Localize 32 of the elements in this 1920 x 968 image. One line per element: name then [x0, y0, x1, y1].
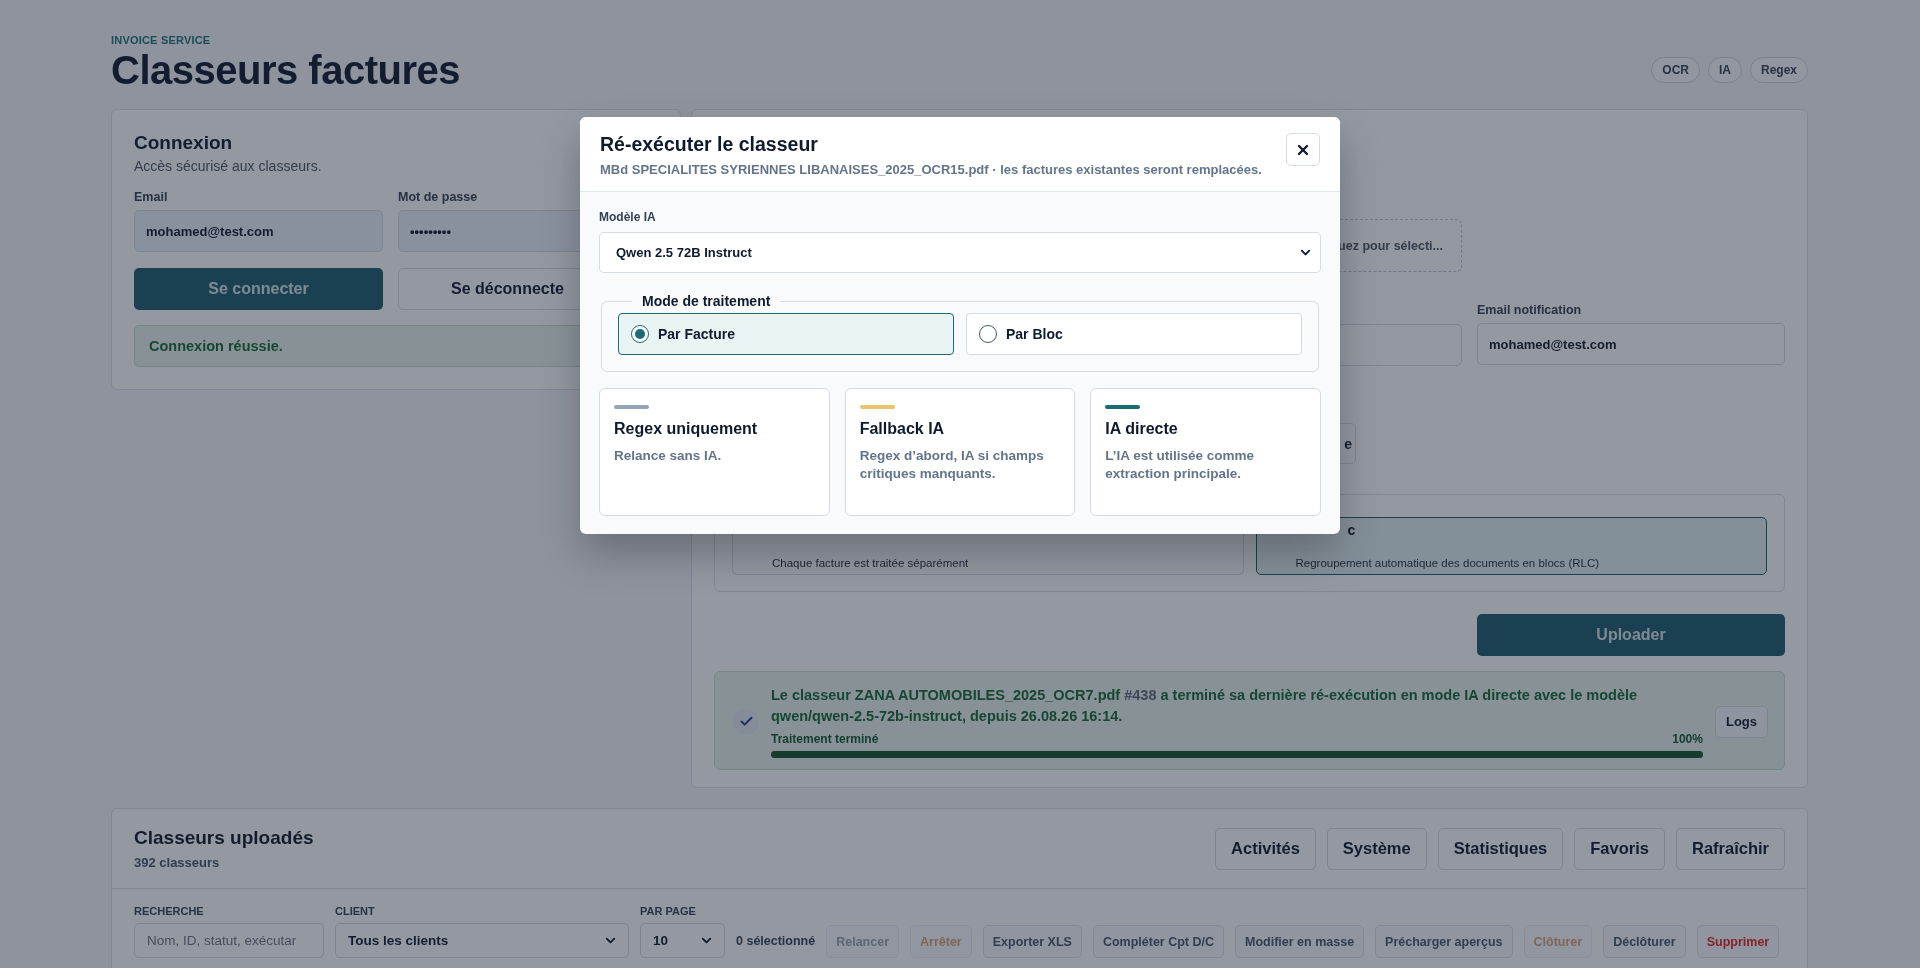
login-title: Connexion: [134, 132, 233, 154]
progress-value: 100%: [1672, 732, 1703, 747]
engine-chip: OCR: [1651, 57, 1700, 83]
dialog-subtitle: MBd SPECIALITES SYRIENNES LIBANAISES_2025_OCR15.pdf · les factures existantes seront remplacées.: [600, 162, 1262, 177]
mode-option-description: Regroupement automatique des documents en blocs (RLC): [1295, 557, 1600, 569]
login-subtitle: Accès sécurisé aux classeurs.: [134, 158, 322, 174]
list-count: 392 classeurs: [134, 855, 221, 870]
dialog-title: Ré-exécuter le classeur: [600, 133, 819, 156]
per-page-label: PAR PAGE: [640, 905, 696, 917]
strategy-description: Regex d’abord, IA si champs critiques manquants.: [859, 447, 1045, 484]
password-label: Mot de passe: [398, 190, 478, 204]
mode-label: Par Bloc: [1006, 326, 1063, 342]
search-label: RECHERCHE: [134, 905, 204, 917]
status-message: Le classeur ZANA AUTOMOBILES_2025_OCR7.pdf #438 a terminé sa dernière ré-exécution en mode IA directe avec le modèle qwen/qwen-2.5-72b-instruct, depuis 26.08.26 16:14.: [771, 686, 1639, 726]
strategy-description: L’IA est utilisée comme extraction principale.: [1105, 447, 1256, 484]
client-label: CLIENT: [335, 905, 375, 917]
engine-chip: Regex: [1749, 57, 1808, 83]
strategy-description: Relance sans IA.: [614, 447, 723, 465]
notification-email-label: Email notification: [1477, 303, 1582, 317]
strategy-title: Regex uniquement: [614, 420, 759, 438]
list-title: Classeurs uploadés: [134, 827, 314, 849]
selection-count: 0 sélectionné: [736, 932, 816, 950]
progress-label: Traitement terminé: [771, 732, 879, 747]
page-title: Classeurs factures: [111, 48, 460, 93]
app-eyebrow: INVOICE SERVICE: [111, 34, 212, 46]
mode-option-title: c: [1347, 522, 1356, 538]
email-label: Email: [134, 190, 168, 204]
engine-chip: IA: [1707, 57, 1742, 83]
strategy-title: Fallback IA: [859, 420, 946, 438]
strategy-title: IA directe: [1105, 420, 1179, 438]
mode-option-description: Chaque facture est traitée séparément: [772, 557, 969, 569]
mode-label: Par Facture: [658, 326, 736, 342]
